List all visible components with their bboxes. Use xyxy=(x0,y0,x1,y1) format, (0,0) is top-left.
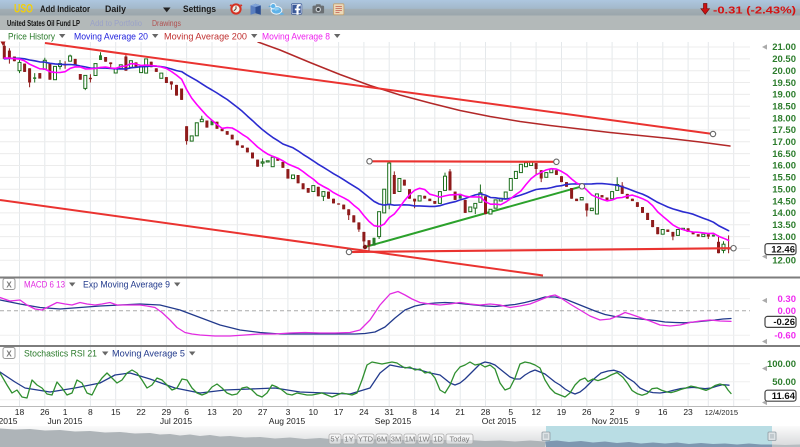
svg-text:21: 21 xyxy=(455,407,465,417)
svg-text:15.00: 15.00 xyxy=(772,184,796,195)
svg-text:14.00: 14.00 xyxy=(772,208,796,219)
svg-text:15: 15 xyxy=(111,407,121,417)
svg-text:8: 8 xyxy=(412,407,417,417)
svg-text:0.00: 0.00 xyxy=(778,306,797,317)
svg-text:20: 20 xyxy=(233,407,243,417)
svg-text:Sep 2015: Sep 2015 xyxy=(375,416,412,426)
svg-text:12.00: 12.00 xyxy=(772,256,796,267)
svg-text:0.30: 0.30 xyxy=(778,294,797,305)
svg-text:Price History: Price History xyxy=(8,32,55,43)
svg-text:Moving Average 8: Moving Average 8 xyxy=(262,32,330,43)
svg-text:18.00: 18.00 xyxy=(772,113,796,124)
svg-text:24: 24 xyxy=(359,407,369,417)
svg-text:6M: 6M xyxy=(377,435,387,444)
svg-text:United States Oil Fund LP: United States Oil Fund LP xyxy=(7,19,80,28)
svg-text:Nov 2015: Nov 2015 xyxy=(592,416,629,426)
svg-text:1Y: 1Y xyxy=(344,435,353,444)
svg-text:12.46: 12.46 xyxy=(771,244,795,255)
svg-text:16.50: 16.50 xyxy=(772,149,796,160)
svg-text:-0.26: -0.26 xyxy=(773,317,795,328)
svg-text:11.64: 11.64 xyxy=(772,391,796,402)
svg-text:16: 16 xyxy=(658,407,668,417)
svg-text:Moving Average 200: Moving Average 200 xyxy=(164,32,247,43)
svg-text:16.00: 16.00 xyxy=(772,161,796,172)
svg-text:Jun 2015: Jun 2015 xyxy=(48,416,83,426)
svg-text:50.00: 50.00 xyxy=(772,377,796,388)
svg-text:Add Indicator: Add Indicator xyxy=(40,4,90,14)
svg-text:18.50: 18.50 xyxy=(772,101,796,112)
svg-text:100.00: 100.00 xyxy=(767,359,796,370)
svg-text:YTD: YTD xyxy=(358,435,374,444)
svg-text:15.50: 15.50 xyxy=(772,173,796,184)
svg-text:21.00: 21.00 xyxy=(772,42,796,53)
svg-text:X: X xyxy=(6,280,12,289)
svg-text:Today: Today xyxy=(449,435,469,444)
svg-text:Oct 2015: Oct 2015 xyxy=(482,416,517,426)
svg-text:12: 12 xyxy=(531,407,541,417)
svg-text:-0.60: -0.60 xyxy=(774,330,796,341)
svg-text:Moving Average 20: Moving Average 20 xyxy=(74,32,148,43)
svg-text:17.50: 17.50 xyxy=(772,125,796,136)
svg-text:Add to Portfolio: Add to Portfolio xyxy=(90,19,143,28)
svg-text:19.50: 19.50 xyxy=(772,78,796,89)
svg-text:Aug 2015: Aug 2015 xyxy=(269,416,306,426)
svg-text:9: 9 xyxy=(635,407,640,417)
svg-text:22: 22 xyxy=(136,407,146,417)
svg-text:19: 19 xyxy=(557,407,567,417)
svg-text:12/4/2015: 12/4/2015 xyxy=(705,408,738,417)
svg-text:1W: 1W xyxy=(418,435,430,444)
svg-text:-0.31 (-2.43%): -0.31 (-2.43%) xyxy=(713,5,796,17)
svg-text:20.00: 20.00 xyxy=(772,66,796,77)
svg-text:26: 26 xyxy=(582,407,592,417)
svg-text:27: 27 xyxy=(258,407,268,417)
svg-text:Moving Average 5: Moving Average 5 xyxy=(112,349,185,359)
svg-text:MACD 6 13: MACD 6 13 xyxy=(24,280,65,290)
svg-text:13.00: 13.00 xyxy=(772,232,796,243)
svg-text:1D: 1D xyxy=(433,435,443,444)
svg-text:Stochastics RSI 21: Stochastics RSI 21 xyxy=(24,349,97,359)
svg-text:23: 23 xyxy=(683,407,693,417)
svg-text:19.00: 19.00 xyxy=(772,90,796,101)
svg-text:13: 13 xyxy=(207,407,217,417)
svg-text:2015: 2015 xyxy=(0,416,18,426)
svg-text:17: 17 xyxy=(334,407,344,417)
svg-text:Settings: Settings xyxy=(183,4,216,14)
svg-text:Jul 2015: Jul 2015 xyxy=(160,416,192,426)
svg-text:20.50: 20.50 xyxy=(772,54,796,65)
svg-text:Daily: Daily xyxy=(105,4,126,14)
svg-text:14: 14 xyxy=(430,407,440,417)
svg-text:13.50: 13.50 xyxy=(772,220,796,231)
svg-text:Exp Moving Average 9: Exp Moving Average 9 xyxy=(83,280,170,290)
svg-text:1M: 1M xyxy=(405,435,415,444)
svg-text:Drawings: Drawings xyxy=(152,19,181,28)
svg-text:8: 8 xyxy=(88,407,93,417)
svg-text:X: X xyxy=(6,349,12,358)
svg-text:10: 10 xyxy=(309,407,319,417)
svg-text:14.50: 14.50 xyxy=(772,196,796,207)
svg-text:3M: 3M xyxy=(391,435,401,444)
svg-text:5Y: 5Y xyxy=(330,435,339,444)
svg-text:17.00: 17.00 xyxy=(772,137,796,148)
svg-text:USO: USO xyxy=(14,3,33,15)
